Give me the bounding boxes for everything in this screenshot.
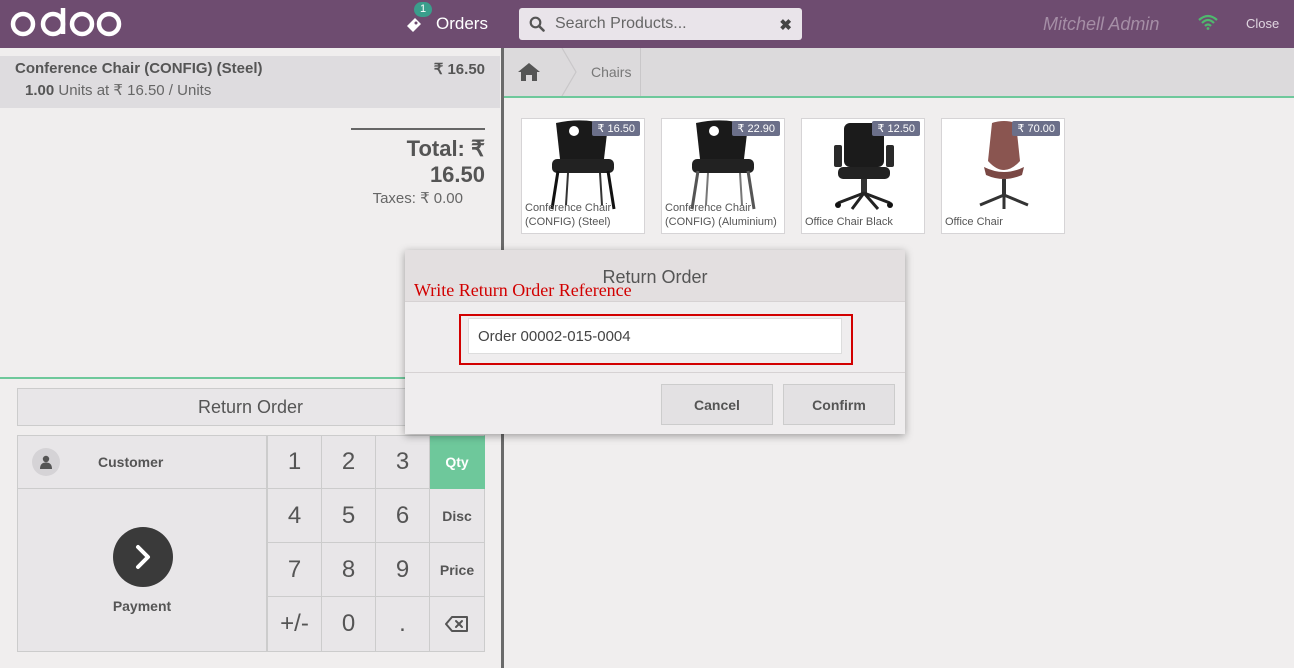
ticket-icon: 1 [404,2,433,34]
product-price-tag: ₹ 70.00 [1012,121,1060,136]
instruction-annotation: Write Return Order Reference [414,280,632,300]
close-button[interactable]: Close [1246,16,1279,31]
numpad-key-3[interactable]: 3 [376,435,430,489]
product-name: Office Chair [945,216,1003,228]
breadcrumb-separator-icon [561,48,577,96]
qty-mode-button[interactable]: Qty [430,435,485,489]
numpad-key-decimal[interactable]: . [376,597,430,652]
breadcrumb-category[interactable]: Chairs [591,64,631,80]
order-line-quantity: 1.00 [25,82,55,99]
product-card[interactable]: ₹ 12.50 Office Chair Black [801,118,925,234]
numpad-key-4[interactable]: 4 [268,489,322,543]
disc-mode-button[interactable]: Disc [430,489,485,543]
product-price-tag: ₹ 16.50 [592,121,640,136]
orders-button[interactable]: 1 Orders [404,2,488,38]
payment-button[interactable]: Payment [17,489,267,652]
customer-label: Customer [98,454,164,470]
product-name: Conference Chair (CONFIG) (Steel) [525,202,612,228]
return-order-dialog: Return Order Write Return Order Referenc… [405,250,905,434]
numpad: 1 2 3 Qty 4 5 6 Disc 7 8 9 Price +/- 0 . [267,435,485,652]
product-price-tag: ₹ 22.90 [732,121,780,136]
order-line[interactable]: Conference Chair (CONFIG) (Steel) ₹ 16.5… [0,56,500,108]
product-card[interactable]: ₹ 22.90 Conference Chair (CONFIG) (Alumi… [661,118,785,234]
price-mode-button[interactable]: Price [430,543,485,597]
numpad-key-0[interactable]: 0 [322,597,376,652]
breadcrumb-end-divider [640,48,641,96]
user-icon [32,448,60,476]
cancel-button[interactable]: Cancel [661,384,773,425]
numpad-key-5[interactable]: 5 [322,489,376,543]
backspace-icon[interactable] [430,597,485,652]
chevron-right-icon [113,527,173,587]
order-line-product: Conference Chair (CONFIG) (Steel) [15,60,263,77]
product-name: Office Chair Black [805,216,893,228]
return-order-reference-input[interactable] [468,318,842,354]
numpad-key-9[interactable]: 9 [376,543,430,597]
product-price-tag: ₹ 12.50 [872,121,920,136]
order-total: Total: ₹ 16.50 [406,136,485,187]
numpad-key-plus-minus[interactable]: +/- [268,597,322,652]
order-summary: Total: ₹ 16.50 Taxes: ₹ 0.00 [351,128,485,207]
numpad-key-8[interactable]: 8 [322,543,376,597]
top-bar: 1 Orders ✖ Mitchell Admin Close [0,0,1294,48]
clear-search-icon[interactable]: ✖ [779,16,792,34]
numpad-key-7[interactable]: 7 [268,543,322,597]
product-name: Conference Chair (CONFIG) (Aluminium) [665,202,777,228]
order-line-detail: 1.00 Units at ₹ 16.50 / Units [25,81,211,99]
search-input[interactable] [555,15,765,33]
order-taxes: Taxes: ₹ 0.00 [372,190,463,207]
home-icon[interactable] [517,62,541,87]
numpad-key-2[interactable]: 2 [322,435,376,489]
customer-button[interactable]: Customer [17,435,267,489]
wifi-icon[interactable] [1198,14,1218,35]
payment-label: Payment [112,598,172,614]
user-name[interactable]: Mitchell Admin [1043,14,1159,35]
orders-label: Orders [436,14,488,33]
order-line-price: ₹ 16.50 [433,61,485,78]
order-line-unit-detail: Units at ₹ 16.50 / Units [58,82,212,99]
search-bar: ✖ [519,8,802,40]
confirm-button[interactable]: Confirm [783,384,895,425]
product-card[interactable]: ₹ 70.00 Office Chair [941,118,1065,234]
orders-count-badge: 1 [414,2,433,17]
numpad-key-6[interactable]: 6 [376,489,430,543]
dialog-header: Return Order Write Return Order Referenc… [405,250,905,302]
search-icon [519,16,555,32]
numpad-key-1[interactable]: 1 [268,435,322,489]
breadcrumb: Chairs [504,48,1294,98]
product-card[interactable]: ₹ 16.50 Conference Chair (CONFIG) (Steel… [521,118,645,234]
odoo-logo [10,8,122,37]
